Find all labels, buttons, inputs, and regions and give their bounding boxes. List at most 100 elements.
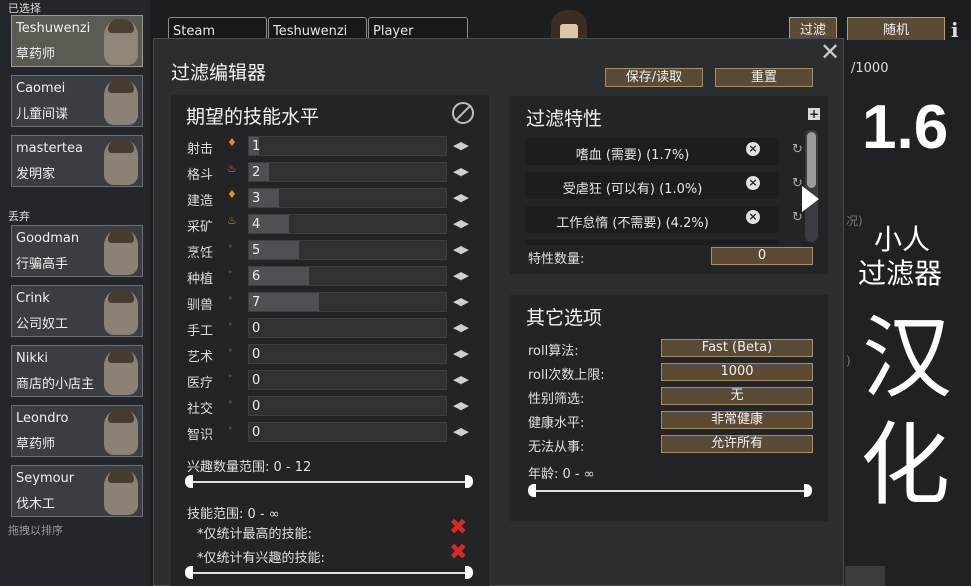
skill-level-bar[interactable]: 0 [248, 344, 447, 364]
skill-level-value: 1 [252, 139, 261, 154]
skill-level-arrows-icon[interactable]: ◀▶ [453, 269, 469, 282]
skill-level-bar[interactable]: 5 [248, 240, 447, 260]
skill-level-arrows-icon[interactable]: ◀▶ [453, 373, 469, 386]
roll-algorithm-dropdown[interactable]: Fast (Beta) [661, 339, 813, 357]
option-label-roll-limit: roll次数上限: [528, 368, 605, 383]
right-text-fragment: 况) [846, 214, 863, 228]
trait-label: 工作怠惰 (不需要) (4.2%) [556, 216, 709, 231]
skill-label: 建造 [187, 194, 214, 209]
passion-flame-icon[interactable]: • [227, 292, 234, 305]
passion-flame-icon[interactable]: • [227, 318, 234, 331]
pawn-card-teshuwenzi[interactable]: Teshuwenzi 草药师 [11, 15, 143, 67]
tab-steam[interactable]: Steam [168, 17, 267, 39]
skill-level-arrows-icon[interactable]: ◀▶ [453, 425, 469, 438]
remove-trait-icon[interactable]: × [746, 176, 760, 190]
passion-range-min-handle[interactable] [185, 475, 193, 488]
close-icon[interactable]: ✕ [820, 38, 840, 66]
skill-row: 建造 ♦ 3 ◀▶ [187, 188, 487, 209]
passion-flame-icon[interactable]: ♨ [227, 214, 237, 227]
skill-level-bar[interactable]: 0 [248, 370, 447, 390]
age-range-min-handle[interactable] [528, 484, 536, 497]
incapable-of-dropdown[interactable]: 允许所有 [661, 435, 813, 453]
skill-level-bar[interactable]: 0 [248, 422, 447, 442]
skill-row: 射击 ♦ 1 ◀▶ [187, 136, 487, 157]
traits-scrollbar-thumb[interactable] [807, 132, 816, 188]
pawn-card-leondro[interactable]: Leondro 草药师 [11, 405, 143, 457]
skill-row: 手工 • 0 ◀▶ [187, 318, 487, 339]
roll-limit-field[interactable]: 1000 [661, 363, 813, 381]
passion-flame-icon[interactable]: ♦ [227, 136, 237, 149]
info-icon[interactable]: i [951, 18, 959, 42]
remove-trait-icon[interactable]: × [746, 210, 760, 224]
skill-level-arrows-icon[interactable]: ◀▶ [453, 347, 469, 360]
skill-level-bar[interactable]: 2 [248, 162, 447, 182]
skill-label: 艺术 [187, 350, 214, 365]
pawn-title: 儿童间谍 [16, 107, 69, 122]
pawn-title: 草药师 [16, 437, 56, 452]
pawn-title: 商店的小店主 [16, 377, 95, 392]
passion-flame-icon[interactable]: • [227, 344, 234, 357]
skill-level-arrows-icon[interactable]: ◀▶ [453, 139, 469, 152]
passion-flame-icon[interactable]: ♦ [227, 188, 237, 201]
pawn-card-goodman[interactable]: Goodman 行骗高手 [11, 225, 143, 277]
tab-teshuwenzi[interactable]: Teshuwenzi [268, 17, 367, 39]
skill-level-bar[interactable]: 3 [248, 188, 447, 208]
skill-level-arrows-icon[interactable]: ◀▶ [453, 217, 469, 230]
trait-count-field[interactable]: 0 [711, 247, 813, 265]
passion-flame-icon[interactable]: • [227, 422, 234, 435]
pawn-title: 行骗高手 [16, 257, 69, 272]
skill-range-min-handle[interactable] [185, 566, 193, 579]
cycle-trait-icon[interactable]: ↻ [792, 210, 803, 225]
skill-level-arrows-icon[interactable]: ◀▶ [453, 243, 469, 256]
passion-flame-icon[interactable]: • [227, 240, 234, 253]
skills-title: 期望的技能水平 [186, 106, 320, 128]
pawn-card-seymour[interactable]: Seymour 伐木工 [11, 465, 143, 517]
skill-level-bar[interactable]: 0 [248, 396, 447, 416]
passion-flame-icon[interactable]: • [227, 266, 234, 279]
pawn-portrait [104, 469, 138, 515]
option-label-incapable: 无法从事: [528, 440, 585, 455]
age-range-slider[interactable] [530, 490, 807, 492]
gender-filter-dropdown[interactable]: 无 [661, 387, 813, 405]
skill-level-bar[interactable]: 7 [248, 292, 447, 312]
pawn-portrait [104, 349, 138, 395]
skill-level-bar[interactable]: 0 [248, 318, 447, 338]
other-options-title: 其它选项 [526, 307, 603, 329]
pawn-card-nikki[interactable]: Nikki 商店的小店主 [11, 345, 143, 397]
clear-skills-icon[interactable] [452, 102, 474, 124]
tab-player[interactable]: Player [368, 17, 468, 39]
skill-range-slider[interactable] [187, 572, 470, 574]
skill-level-arrows-icon[interactable]: ◀▶ [453, 165, 469, 178]
count-passion-toggle-icon[interactable]: ✖ [449, 540, 467, 565]
cycle-trait-icon[interactable]: ↻ [792, 142, 803, 157]
count-highest-toggle-icon[interactable]: ✖ [449, 515, 467, 540]
skill-row: 格斗 ♨ 2 ◀▶ [187, 162, 487, 183]
skill-level-arrows-icon[interactable]: ◀▶ [453, 399, 469, 412]
passion-flame-icon[interactable]: • [227, 370, 234, 383]
skill-label: 医疗 [187, 376, 214, 391]
skill-level-bar[interactable]: 4 [248, 214, 447, 234]
skill-level-bar[interactable]: 1 [248, 136, 447, 156]
skill-level-bar[interactable]: 6 [248, 266, 447, 286]
pawn-card-crink[interactable]: Crink 公司奴工 [11, 285, 143, 337]
skill-level-arrows-icon[interactable]: ◀▶ [453, 191, 469, 204]
remove-trait-icon[interactable]: × [746, 142, 760, 156]
reset-button[interactable]: 重置 [715, 68, 813, 87]
selected-section-label: 已选择 [8, 2, 41, 15]
pawn-portrait [104, 289, 138, 335]
trait-label: 受虐狂 (可以有) (1.0%) [562, 182, 703, 197]
option-label-roll-algorithm: roll算法: [528, 344, 579, 359]
pawn-name: Leondro [16, 411, 69, 426]
passion-range-slider[interactable] [187, 481, 470, 483]
skill-level-arrows-icon[interactable]: ◀▶ [453, 295, 469, 308]
skill-label: 采矿 [187, 220, 214, 235]
pawn-card-mastertea[interactable]: mastertea 发明家 [11, 135, 143, 187]
skill-level-arrows-icon[interactable]: ◀▶ [453, 321, 469, 334]
passion-flame-icon[interactable]: ♨ [227, 162, 237, 175]
health-level-dropdown[interactable]: 非常健康 [661, 411, 813, 429]
skill-row: 艺术 • 0 ◀▶ [187, 344, 487, 365]
passion-flame-icon[interactable]: • [227, 396, 234, 409]
pawn-card-caomei[interactable]: Caomei 儿童间谍 [11, 75, 143, 127]
save-load-button[interactable]: 保存/读取 [605, 68, 703, 87]
add-trait-icon[interactable]: + [808, 108, 820, 120]
